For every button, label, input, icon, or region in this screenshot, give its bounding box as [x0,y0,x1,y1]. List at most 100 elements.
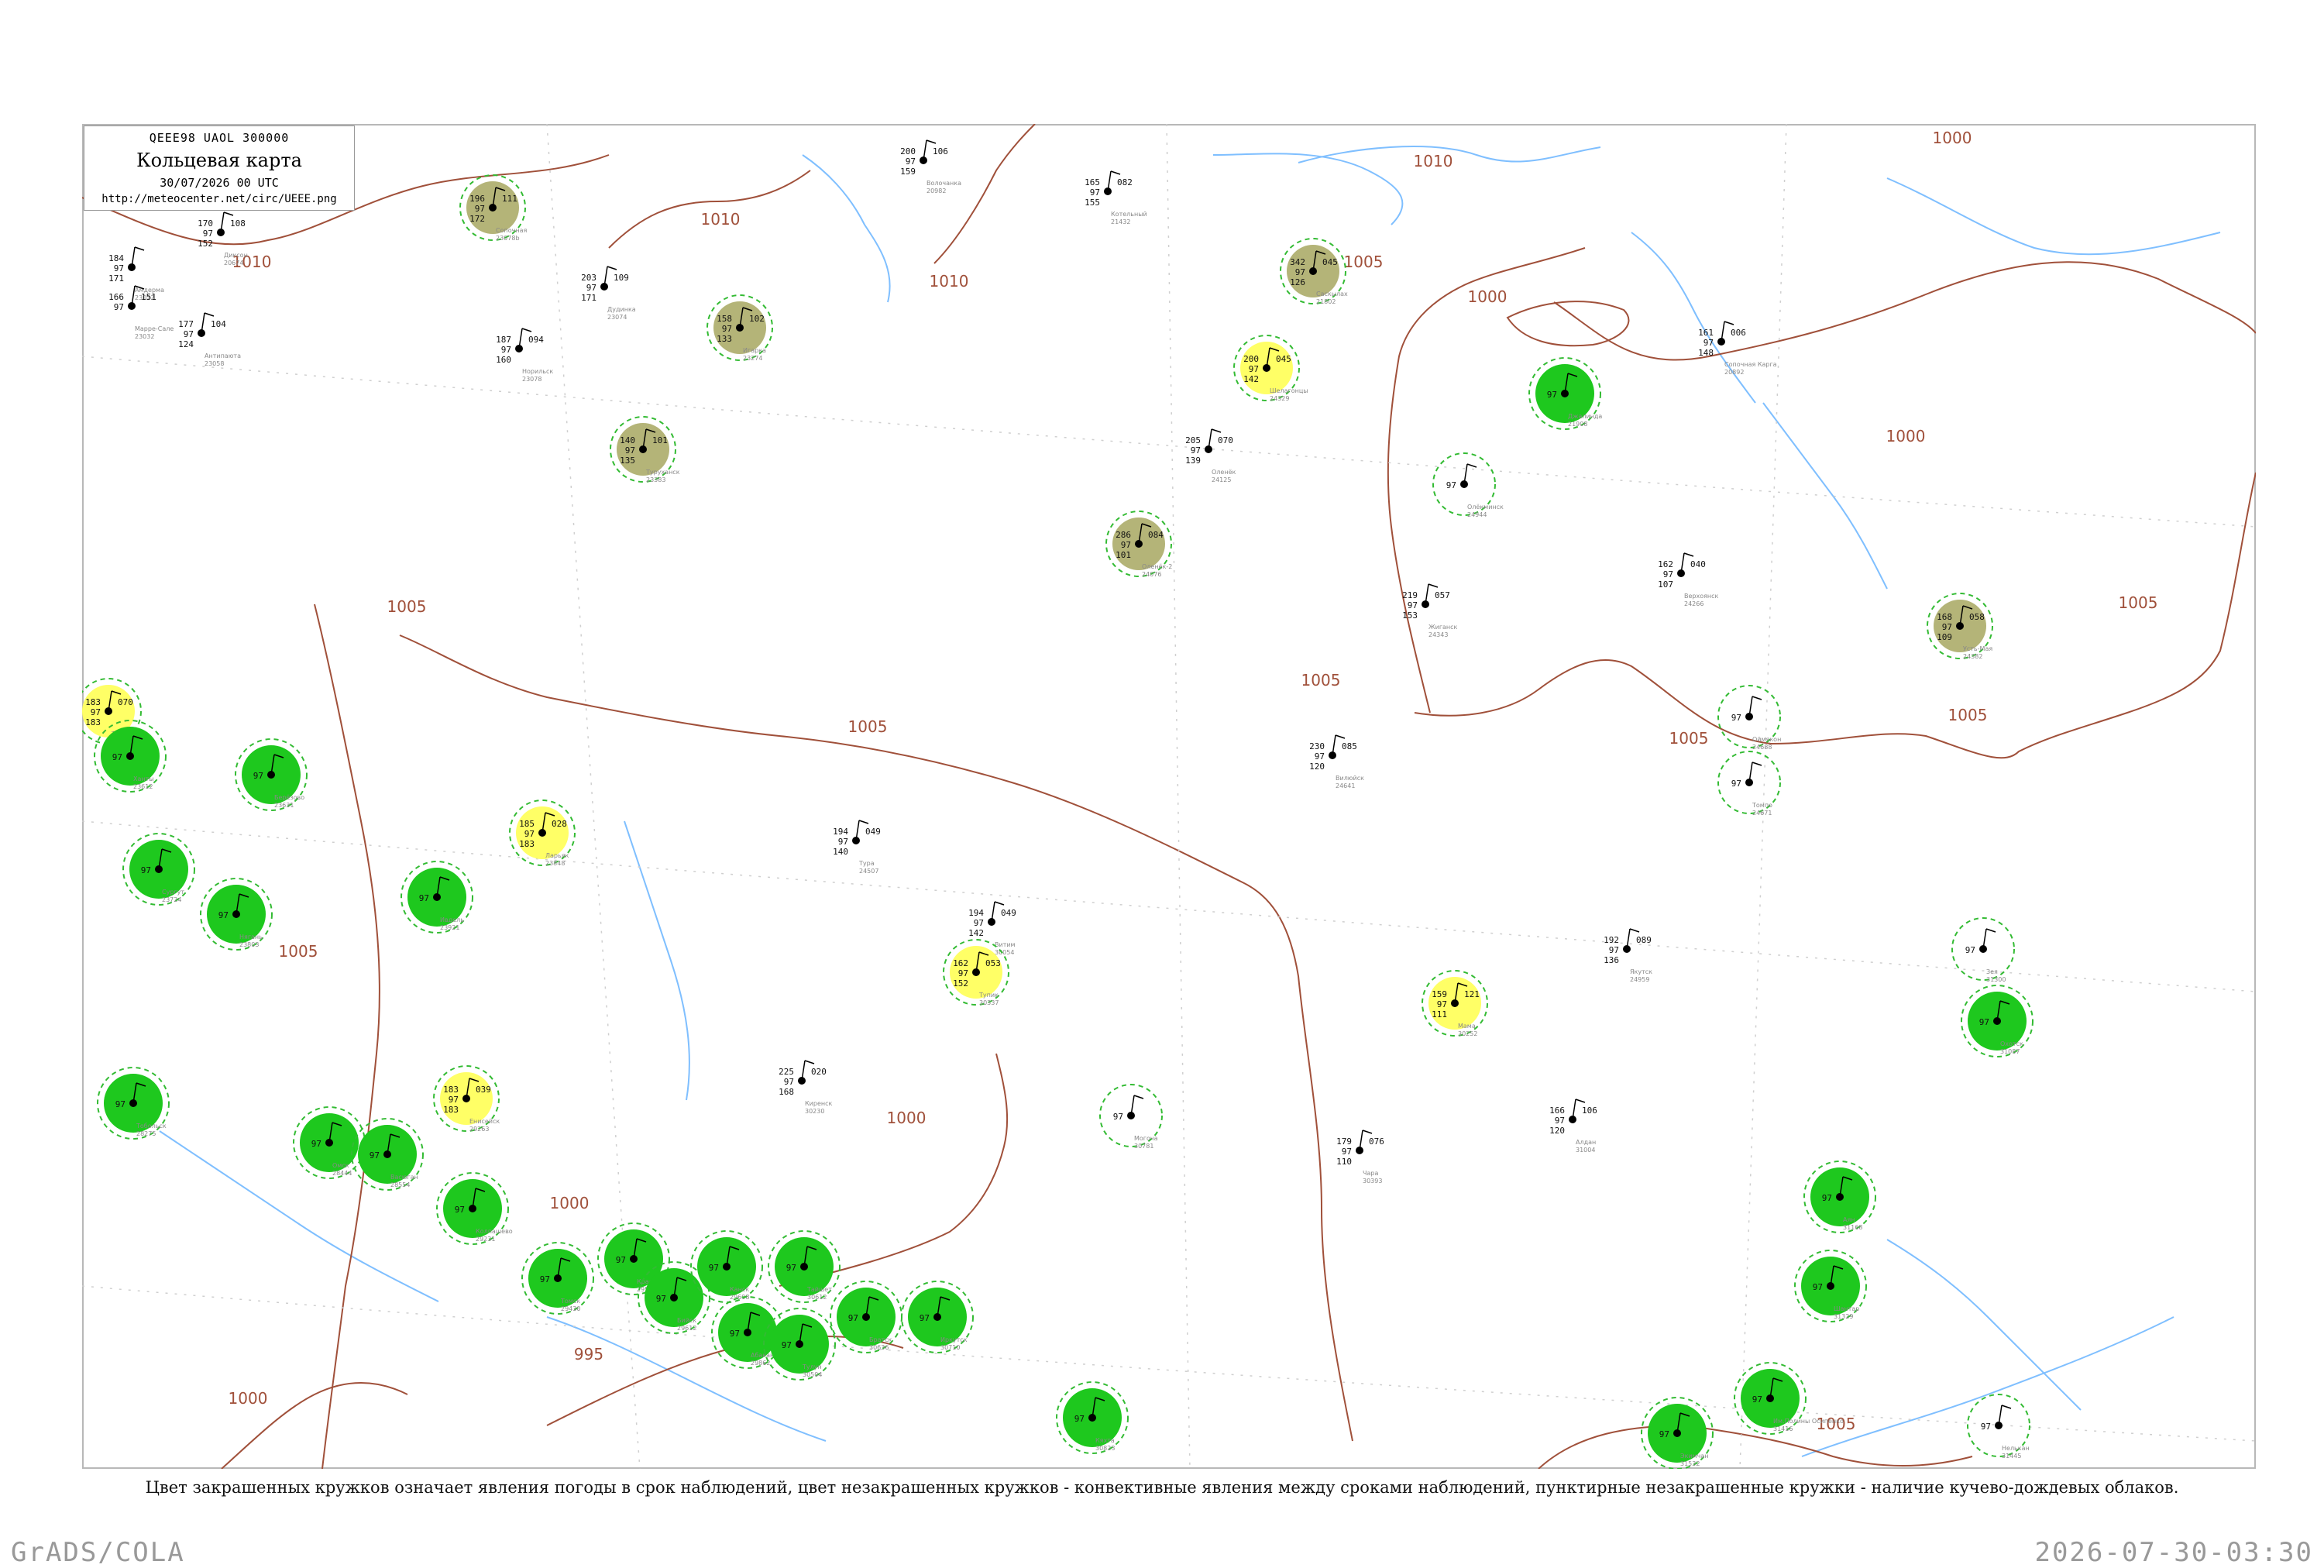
station-index: 23921 [440,924,459,931]
station-24382[interactable]: 168 058 10997 Усть-Мая24382 [1927,593,1993,660]
station-index: 31416 [1773,1425,1793,1432]
station-29430[interactable]: 97 Томск29430 [521,1242,594,1315]
station-29263[interactable]: 183 039 18397 Енисейск29263 [433,1065,500,1133]
station-28275[interactable]: 97 Тобольск28275 [97,1067,170,1140]
station-dewpoint: 111 [1432,1009,1447,1020]
station-temperature: 162 [953,958,968,968]
station-30636[interactable]: 97 Братск30636 [830,1281,902,1353]
station-31004[interactable]: 166 106 12097 Алдан31004 [1549,1099,1597,1154]
station-30230[interactable]: 225 020 16897 Киренск30230 [779,1060,833,1115]
station-pressure: 006 [1731,328,1746,338]
station-31416[interactable]: 97 Им.Полины Осипенко31416 [1734,1362,1844,1435]
station-30710[interactable]: 97 Иркутск30710 [901,1281,974,1353]
station-24641[interactable]: 230 085 12097 Вилюйск24641 [1309,734,1364,789]
station-20674[interactable]: 170 108 15297 Диксон20674 [198,211,248,266]
isobar-label: 1005 [1344,253,1384,271]
station-index: 29231 [476,1236,495,1243]
station-23078[interactable]: 187 094 16097 Норильск23078 [496,328,553,383]
station-31300[interactable]: 97 Зея31300 [1951,917,2015,983]
station-name: Жиганск [1428,624,1458,631]
station-index: 23803 [239,941,259,948]
station-23921[interactable]: 97 Ивдель23921 [401,861,473,934]
station-23612[interactable]: 97 Ханты23612 [94,720,167,793]
station-24076[interactable]: 286 084 10197 Оленёк-224076 [1105,511,1172,578]
wind-barb-feather [1724,321,1734,325]
station-name: Диксон [224,252,248,259]
station-23383[interactable]: 140 101 13597 Туруханск23383 [610,416,680,483]
station-24671[interactable]: 97 Томпо24671 [1717,751,1781,817]
graticule-line [82,356,2256,528]
station-31329[interactable]: 97 Шантар31329 [1794,1250,1867,1322]
map-url[interactable]: http://meteocenter.net/circ/UEEE.png [84,193,354,205]
station-31445[interactable]: 97 Нелькан31445 [1967,1394,2030,1460]
isobar-label: 1005 [387,597,427,616]
wind-barb-feather [1466,463,1477,468]
station-dewpoint: 171 [108,273,124,284]
wind-barb-feather [1985,928,1996,933]
station-21432[interactable]: 165 082 15597 Котельный21432 [1085,170,1147,225]
station-index: 23631 [274,802,294,809]
station-31168[interactable]: 97 Аян31168 [1803,1161,1876,1233]
station-visibility: 97 [1408,600,1418,610]
station-24688[interactable]: 97 Оймякон24688 [1717,685,1781,751]
station-name: Джалинда [1568,413,1602,420]
station-30252[interactable]: 159 121 11197 Мама30252 [1422,970,1488,1037]
station-dewpoint: 155 [1085,198,1100,208]
station-23274[interactable]: 158 102 13397 Игарка23274 [706,294,773,362]
isobar-1010-east [933,124,1036,264]
station-23078b[interactable]: 196 111 17297 Сопочная23078b [459,174,527,242]
station-24266[interactable]: 162 040 10797 Верхоянск24266 [1658,552,1719,607]
river-lena-delta [1631,232,1756,404]
station-31087[interactable]: 97 Охотск31087 [1961,985,2033,1057]
station-name: Оленёк-2 [1142,563,1172,570]
station-31532[interactable]: 97 Экимчан31532 [1641,1397,1714,1469]
station-index: 31168 [1843,1224,1862,1231]
station-name: Котельный [1111,211,1147,218]
station-visibility: 97 [1437,999,1447,1009]
station-pressure: 089 [1636,935,1652,945]
station-30612[interactable]: 97 Тайшет30612 [768,1230,841,1303]
station-24507[interactable]: 194 049 14097 Тура24507 [833,820,881,875]
station-21908[interactable]: 97 Джалинда21908 [1528,357,1602,430]
station-index: 30612 [807,1294,827,1301]
station-index: 28444 [332,1170,352,1177]
station-temperature: 184 [108,253,124,263]
station-dewpoint: 142 [968,928,984,938]
station-pressure: 045 [1276,354,1291,364]
station-name: Шантар [1834,1305,1859,1312]
station-24125[interactable]: 205 070 13997 Оленёк24125 [1185,428,1236,483]
station-index: 23078 [522,376,541,383]
station-visibility: 97 [848,1313,858,1323]
station-index: 31532 [1680,1460,1700,1467]
station-index: 30823 [1095,1445,1115,1452]
station-30393[interactable]: 179 076 11097 Чара30393 [1336,1130,1384,1185]
station-30781[interactable]: 97 Могоча30781 [1099,1084,1163,1150]
footer-timestamp: 2026-07-30-03:30 [2034,1537,2313,1568]
river-yenisei [624,820,690,1101]
station-23803[interactable]: 97 Нягань23803 [200,878,273,951]
wind-barb-feather [521,328,532,332]
station-dewpoint: 120 [1549,1126,1565,1136]
station-21802[interactable]: 342 045 12697 Саскылах21802 [1280,238,1348,305]
station-30504[interactable]: 97 Тулун30504 [763,1308,836,1381]
station-29231[interactable]: 97 Колпашево29231 [436,1172,513,1245]
station-23032[interactable]: 166 151 97 Марре-Сале23032 [108,285,174,340]
station-30823[interactable]: 97 Кяхта30823 [1056,1381,1129,1454]
station-20982[interactable]: 200 106 15997 Волочанка20982 [900,139,961,194]
station-24944[interactable]: 97 Олёкминск24944 [1432,452,1504,518]
station-visibility: 97 [616,1255,626,1265]
station-24329[interactable]: 200 045 14297 Шелагонцы24329 [1233,335,1308,402]
station-23631[interactable]: 97 Берёзово23631 [235,738,308,811]
station-dewpoint: 135 [620,456,635,466]
station-index: 20982 [927,187,946,194]
station-pressure: 109 [614,273,629,283]
station-23058[interactable]: 177 104 12497 Антипаюта23058 [178,312,241,367]
station-index: 24125 [1212,476,1231,483]
station-20892[interactable]: 161 006 14897 Сопочная Карга20892 [1698,321,1777,376]
station-pressure: 039 [476,1085,491,1095]
station-visibility: 97 [1822,1193,1832,1203]
station-index: 23848 [545,860,565,867]
station-23724[interactable]: 97 Сургут23724 [122,833,195,906]
station-24959[interactable]: 192 089 13697 Якутск24959 [1604,928,1652,983]
station-23074[interactable]: 203 109 17197 Дудинка23074 [581,266,636,321]
